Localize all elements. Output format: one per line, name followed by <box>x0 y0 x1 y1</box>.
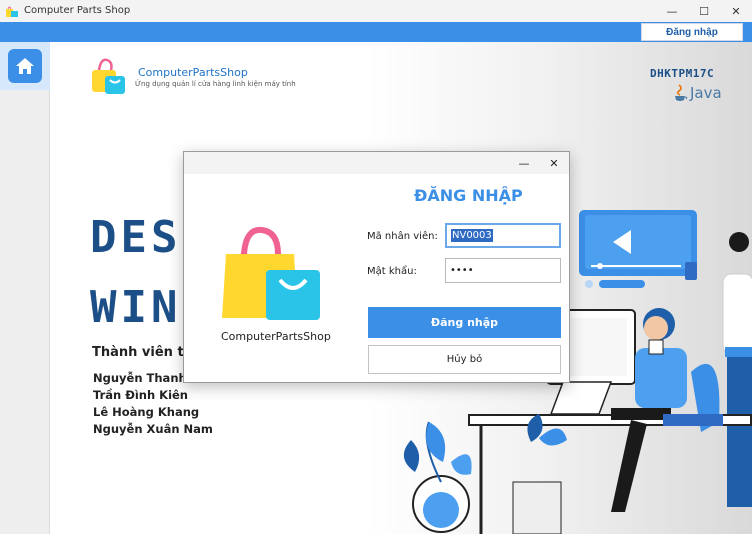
member-name: Trần Đình Kiên <box>93 388 188 402</box>
employee-id-input[interactable]: NV0003 <box>445 223 561 248</box>
top-bar <box>0 22 752 42</box>
hero-word-2: WIN <box>90 282 182 333</box>
password-label: Mật khẩu: <box>367 266 417 277</box>
employee-id-value: NV0003 <box>451 229 493 242</box>
member-name: Nguyễn Xuân Nam <box>93 422 213 436</box>
dialog-close-button[interactable]: ✕ <box>539 152 569 174</box>
member-name: Lê Hoàng Khang <box>93 405 200 419</box>
java-label: Java <box>690 84 722 102</box>
brand-name: ComputerPartsShop <box>138 66 248 79</box>
home-icon <box>16 58 34 74</box>
password-input[interactable]: •••• <box>445 258 561 283</box>
login-button[interactable]: Đăng nhập <box>368 307 561 338</box>
sidebar <box>0 42 50 534</box>
dialog-titlebar: — ✕ <box>184 152 569 174</box>
class-code: DHKTPM17C <box>650 67 715 80</box>
brand-subtitle: Ứng dụng quản lí cửa hàng linh kiện máy … <box>135 80 296 88</box>
app-icon <box>6 6 18 17</box>
dialog-title: ĐĂNG NHẬP <box>414 186 523 205</box>
dialog-minimize-button[interactable]: — <box>509 152 539 174</box>
dialog-brand-name: ComputerPartsShop <box>221 330 331 343</box>
maximize-button[interactable]: ☐ <box>688 0 720 22</box>
login-dialog: — ✕ ComputerPartsShop ĐĂNG NHẬP Mã nhân … <box>183 151 570 383</box>
top-login-button[interactable]: Đăng nhập <box>641 23 743 41</box>
dialog-logo <box>222 226 320 320</box>
members-title: Thành viên th <box>92 345 193 360</box>
employee-id-label: Mã nhân viên: <box>367 231 438 242</box>
minimize-button[interactable]: — <box>656 0 688 22</box>
password-value: •••• <box>450 265 474 276</box>
home-button[interactable] <box>8 49 42 83</box>
java-icon <box>675 84 688 101</box>
close-window-button[interactable]: ✕ <box>720 0 752 22</box>
hero-word-1: DES <box>90 212 182 263</box>
window-title: Computer Parts Shop <box>24 5 131 16</box>
cancel-button[interactable]: Hủy bỏ <box>368 345 561 374</box>
window-titlebar: Computer Parts Shop — ☐ ✕ <box>0 0 752 22</box>
brand-logo <box>92 58 125 94</box>
